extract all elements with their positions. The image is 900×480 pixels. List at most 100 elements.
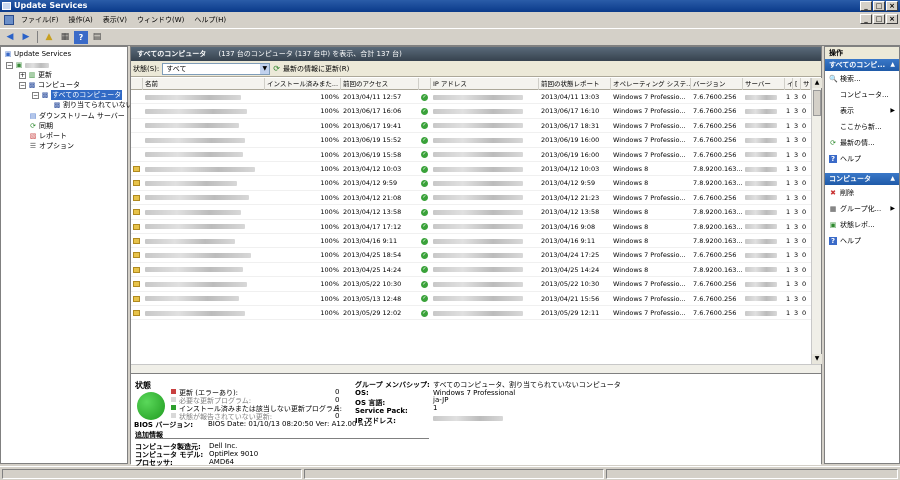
installed-percent: 100% — [320, 265, 339, 274]
close-button[interactable]: × — [886, 1, 898, 11]
action-help[interactable]: ? ヘルプ — [825, 151, 899, 167]
row-icon — [133, 220, 143, 234]
action-status-report[interactable]: ▣ 状態レポ... — [825, 217, 899, 233]
table-row[interactable]: 100% 2013/04/17 17:12 ✓ 2013/04/16 9:08 Wind… — [131, 220, 811, 234]
collapse-icon[interactable]: − — [32, 91, 39, 99]
table-row[interactable]: 100% 2013/06/19 15:58 ✓ 2013/06/19 16:00 Win… — [131, 148, 811, 162]
table-row[interactable]: 100% 2013/04/12 9:59 ✓ 2013/04/12 9:59 Windo… — [131, 176, 811, 191]
computer-name — [145, 292, 265, 306]
tree-reports[interactable]: ▧ レポート — [29, 131, 67, 141]
menu-action[interactable]: 操作(A) — [64, 12, 98, 28]
column-header[interactable] — [419, 78, 431, 90]
maximize-button[interactable]: □ — [873, 1, 885, 11]
status-icon: ✓ — [421, 263, 431, 277]
table-row[interactable]: 100% 2013/05/22 10:30 ✓ 2013/05/22 10:30 Win… — [131, 277, 811, 292]
chevron-down-icon[interactable]: ▼ — [260, 63, 270, 74]
column-header[interactable]: サ — [801, 78, 811, 90]
tree-all-computers[interactable]: − ▩ すべてのコンピュータ — [32, 90, 123, 100]
collapse-icon[interactable]: − — [6, 61, 13, 69]
column-header[interactable] — [131, 78, 143, 90]
collapse-icon[interactable]: − — [19, 81, 26, 89]
action-search[interactable]: 🔍 検索... — [825, 71, 899, 87]
tree-sync[interactable]: ⟳ 同期 — [29, 121, 53, 131]
collapse-up-icon[interactable]: ▲ — [890, 59, 895, 71]
action-help-2[interactable]: ? ヘルプ — [825, 233, 899, 249]
server — [745, 119, 785, 133]
last-access: 2013/04/25 14:24 — [343, 265, 402, 274]
help-icon[interactable]: ? — [74, 30, 88, 44]
menu-help[interactable]: ヘルプ(H) — [189, 12, 231, 28]
actions-section-all-computers[interactable]: すべてのコンピ... ▲ — [825, 59, 899, 71]
menu-window[interactable]: ウィンドウ(W) — [132, 12, 189, 28]
action-refresh[interactable]: ⟳ 最新の情... — [825, 135, 899, 151]
table-row[interactable]: 100% 2013/04/12 21:08 ✓ 2013/04/12 21:23 Win… — [131, 191, 811, 206]
refresh-icon[interactable]: ⟳ — [273, 64, 280, 73]
action-view[interactable]: 表示 ▶ — [825, 103, 899, 119]
table-row[interactable]: 100% 2013/05/29 12:02 ✓ 2013/05/29 12:11 Win… — [131, 306, 811, 321]
status-icon: ✓ — [421, 292, 431, 306]
status-dropdown[interactable]: すべて ▼ — [162, 62, 271, 75]
table-row[interactable]: 100% 2013/04/25 14:24 ✓ 2013/04/25 14:24 Win… — [131, 263, 811, 278]
last-access: 2013/05/29 12:02 — [343, 309, 402, 317]
column-header[interactable]: バージョン — [691, 78, 743, 90]
column-header[interactable]: インストール済みまた... — [265, 78, 341, 90]
computer-name — [145, 248, 265, 262]
table-row[interactable]: 100% 2013/04/16 9:11 ✓ 2013/04/16 9:11 Windo… — [131, 234, 811, 249]
tree-downstream[interactable]: ▤ ダウンストリーム サーバー — [29, 111, 125, 121]
table-row[interactable]: 100% 2013/06/19 15:52 ✓ 2013/06/19 16:00 Win… — [131, 133, 811, 148]
table-row[interactable]: 100% 2013/05/13 12:48 ✓ 2013/04/21 15:56 Win… — [131, 292, 811, 306]
tree-updates[interactable]: + ▥ 更新 — [19, 70, 52, 80]
table-row[interactable]: 100% 2013/04/11 12:57 ✓ 2013/04/11 13:03 Win… — [131, 90, 811, 105]
col-sa: 0 — [802, 251, 807, 260]
server — [745, 90, 785, 104]
tree-root[interactable]: ▣ Update Services — [4, 49, 71, 59]
col-bracket: 3 — [794, 251, 799, 260]
server — [745, 133, 785, 147]
forward-icon[interactable]: ▶ — [19, 31, 33, 44]
installed-percent: 100% — [320, 280, 339, 289]
minimize-button[interactable]: _ — [860, 1, 872, 11]
ok-check-icon: ✓ — [421, 208, 428, 216]
updates-icon: ▥ — [28, 71, 36, 79]
actions-section-computer[interactable]: コンピュータ ▲ — [825, 173, 899, 185]
table-row[interactable]: 100% 2013/06/17 19:41 ✓ 2013/06/17 18:31 Win… — [131, 119, 811, 134]
column-header[interactable]: [ — [793, 78, 801, 90]
column-header[interactable]: 前回の状態レポート — [539, 78, 611, 90]
action-new-window[interactable]: ここから新... — [825, 119, 899, 135]
table-row[interactable]: 100% 2013/06/17 16:06 ✓ 2013/06/17 16:10 Win… — [131, 104, 811, 119]
menu-file[interactable]: ファイル(F) — [16, 12, 64, 28]
action-add-computer-group[interactable]: コンピュータ... — [825, 87, 899, 103]
scroll-thumb[interactable] — [813, 90, 821, 116]
child-restore-button[interactable]: □ — [873, 14, 885, 24]
child-close-button[interactable]: × — [886, 14, 898, 24]
column-header[interactable]: オペレーティング システ... — [611, 78, 691, 90]
up-folder-icon[interactable]: ▲ — [42, 31, 56, 44]
table-row[interactable]: 100% 2013/04/12 13:58 ✓ 2013/04/12 13:58 Win… — [131, 205, 811, 220]
column-header[interactable]: IP アドレス — [431, 78, 539, 90]
action-group[interactable]: ▦ グループ化... ▶ — [825, 201, 899, 217]
folder-icon — [133, 166, 140, 172]
collapse-up-icon[interactable]: ▲ — [890, 173, 895, 185]
column-header[interactable]: 前回のアクセス — [341, 78, 419, 90]
action-delete[interactable]: ✖ 削除 — [825, 185, 899, 201]
column-header[interactable]: 名前 — [143, 78, 265, 90]
menu-view[interactable]: 表示(V) — [98, 12, 132, 28]
refresh-link[interactable]: 最新の情報に更新(R) — [283, 64, 349, 74]
last-access: 2013/04/17 17:12 — [343, 222, 402, 231]
scroll-up-icon[interactable]: ▲ — [812, 78, 822, 88]
child-minimize-button[interactable]: _ — [860, 14, 872, 24]
table-row[interactable]: 100% 2013/04/25 18:54 ✓ 2013/04/24 17:25 Win… — [131, 248, 811, 263]
back-icon[interactable]: ◀ — [3, 31, 17, 44]
tree-options[interactable]: ☰ オプション — [29, 141, 74, 151]
show-tree-icon[interactable]: ▦ — [58, 31, 72, 44]
action-pane-icon[interactable]: ▤ — [90, 31, 104, 44]
vertical-scrollbar[interactable]: ▲ ▼ — [811, 78, 822, 364]
scroll-down-icon[interactable]: ▼ — [812, 354, 822, 364]
column-header[interactable]: イ — [785, 78, 793, 90]
column-header[interactable]: サーバー — [743, 78, 785, 90]
horizontal-scrollbar[interactable] — [131, 364, 821, 373]
tree-server[interactable]: − ▣ — [6, 60, 49, 70]
expand-icon[interactable]: + — [19, 71, 26, 79]
tree-computers[interactable]: − ▩ コンピュータ — [19, 80, 80, 90]
table-row[interactable]: 100% 2013/04/12 10:03 ✓ 2013/04/12 10:03 Win… — [131, 162, 811, 177]
